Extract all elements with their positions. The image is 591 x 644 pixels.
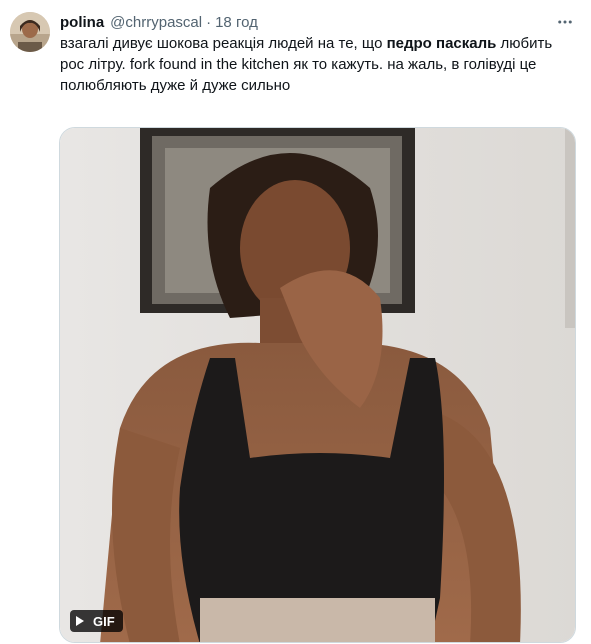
more-options-button[interactable] xyxy=(553,10,577,34)
gif-badge[interactable]: GIF xyxy=(70,610,123,632)
tweet-text-bold: педро паскаль xyxy=(386,35,497,52)
more-horizontal-icon xyxy=(558,20,572,24)
tweet[interactable]: polina @chrrypascal · 18 год взагалі див… xyxy=(0,0,591,644)
author-name[interactable]: polina xyxy=(60,14,104,31)
gif-media[interactable]: GIF xyxy=(59,127,576,643)
avatar[interactable] xyxy=(10,12,50,52)
play-icon xyxy=(76,616,84,626)
tweet-text-part1: взагалі дивує шокова реакція людей на те… xyxy=(60,35,387,52)
tweet-text: взагалі дивує шокова реакція людей на те… xyxy=(60,33,580,96)
avatar-image xyxy=(10,12,50,52)
separator-dot: · xyxy=(206,13,212,31)
author-handle[interactable]: @chrrypascal xyxy=(110,14,202,31)
tweet-header: polina @chrrypascal · 18 год xyxy=(60,12,551,32)
timestamp[interactable]: 18 год xyxy=(215,14,258,31)
gif-frame xyxy=(60,128,575,642)
gif-label: GIF xyxy=(93,613,115,629)
